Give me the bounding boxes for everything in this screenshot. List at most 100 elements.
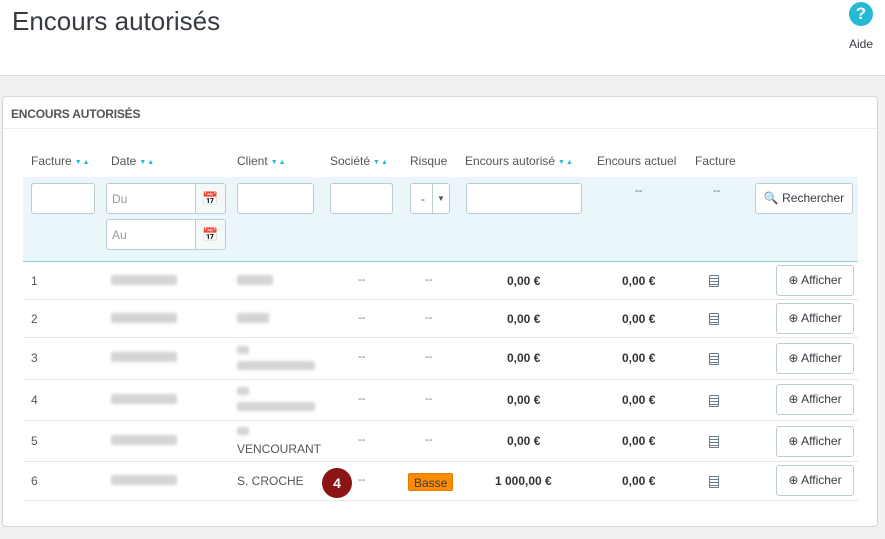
encours-autorise-value: 0,00 € <box>507 312 541 326</box>
client-filter-input[interactable] <box>237 183 314 214</box>
search-button[interactable]: 🔍 Rechercher <box>755 183 853 214</box>
redacted-client <box>237 427 249 435</box>
view-button[interactable]: ⊕ Afficher <box>776 426 854 457</box>
facture-number: 4 <box>31 393 38 407</box>
view-button[interactable]: ⊕ Afficher <box>776 465 854 496</box>
redacted-date <box>111 313 177 323</box>
col-header-date: Date ▼▲ <box>111 154 155 168</box>
step-marker: 4 <box>322 468 352 498</box>
risque-value: -- <box>425 274 433 286</box>
invoice-icon[interactable] <box>709 395 719 407</box>
col-header-client: Client ▼▲ <box>237 154 287 168</box>
col-header-label: Risque <box>410 154 448 168</box>
societe-value: -- <box>358 393 366 405</box>
societe-value: -- <box>358 274 366 286</box>
redacted-client <box>237 313 269 323</box>
table-row: 5 VENCOURANT -- -- 0,00 € 0,00 € ⊕ Affic… <box>23 421 858 462</box>
facture-number: 1 <box>31 274 38 288</box>
search-icon: 🔍 <box>763 191 779 205</box>
calendar-icon[interactable]: 📅 <box>195 219 226 250</box>
col-header-facture-doc: Facture <box>695 154 736 168</box>
table-row: 4 -- -- 0,00 € 0,00 € ⊕ Afficher <box>23 380 858 421</box>
view-button-label: Afficher <box>801 392 842 406</box>
encours-actuel-value: 0,00 € <box>622 434 656 448</box>
sort-arrows-icon[interactable]: ▼▲ <box>373 159 389 166</box>
col-header-risque: Risque <box>410 154 447 168</box>
risque-value: -- <box>425 434 433 446</box>
facture-filter-placeholder: -- <box>713 185 721 197</box>
zoom-in-icon: ⊕ <box>788 473 799 487</box>
view-button-label: Afficher <box>801 351 842 365</box>
filter-row: 📅 📅 - ▼ -- -- 🔍 Rechercher <box>23 177 858 262</box>
col-header-societe: Société ▼▲ <box>330 154 389 168</box>
encours-actuel-value: 0,00 € <box>622 474 656 488</box>
col-header-encours-autorise: Encours autorisé ▼▲ <box>465 154 574 168</box>
risque-value: -- <box>425 393 433 405</box>
facture-number: 2 <box>31 312 38 326</box>
client-name: VENCOURANT <box>237 442 322 456</box>
table-row: 1 -- -- 0,00 € 0,00 € ⊕ Afficher <box>23 262 858 300</box>
redacted-date <box>111 275 177 285</box>
encours-actuel-value: 0,00 € <box>622 312 656 326</box>
risque-select[interactable]: - ▼ <box>410 183 450 214</box>
facture-filter-input[interactable] <box>31 183 95 214</box>
date-from-input[interactable] <box>106 183 196 214</box>
encours-actuel-value: 0,00 € <box>622 274 656 288</box>
zoom-in-icon: ⊕ <box>788 311 799 325</box>
redacted-client <box>237 402 315 411</box>
invoice-icon[interactable] <box>709 313 719 325</box>
risk-badge: Basse <box>408 473 454 491</box>
page-header: Encours autorisés ? Aide <box>0 0 885 76</box>
view-button-label: Afficher <box>801 311 842 325</box>
facture-number: 3 <box>31 351 38 365</box>
sort-arrows-icon[interactable]: ▼▲ <box>558 159 574 166</box>
date-to-input[interactable] <box>106 219 196 250</box>
panel-heading: ENCOURS AUTORISÉS <box>11 107 141 121</box>
view-button-label: Afficher <box>801 473 842 487</box>
col-header-encours-actuel: Encours actuel <box>597 154 676 168</box>
redacted-date <box>111 435 177 445</box>
societe-value: -- <box>358 474 366 486</box>
redacted-client <box>237 346 249 354</box>
encours-autorise-value: 1 000,00 € <box>495 474 552 488</box>
date-from-group: 📅 <box>106 183 226 214</box>
encours-actuel-filter-placeholder: -- <box>635 185 643 197</box>
view-button[interactable]: ⊕ Afficher <box>776 303 854 334</box>
col-header-label: Client <box>237 154 268 168</box>
invoice-icon[interactable] <box>709 436 719 448</box>
view-button[interactable]: ⊕ Afficher <box>776 265 854 296</box>
col-header-label: Facture <box>695 154 736 168</box>
chevron-down-icon: ▼ <box>432 184 449 213</box>
search-button-label: Rechercher <box>782 191 845 205</box>
view-button[interactable]: ⊕ Afficher <box>776 343 854 374</box>
societe-filter-input[interactable] <box>330 183 393 214</box>
invoice-icon[interactable] <box>709 353 719 365</box>
risque-value: -- <box>425 312 433 324</box>
view-button-label: Afficher <box>801 273 842 287</box>
encours-autorise-value: 0,00 € <box>507 434 541 448</box>
help-button[interactable]: ? Aide <box>843 2 879 54</box>
client-name: S. CROCHE <box>237 474 304 488</box>
col-header-label: Société <box>330 154 371 168</box>
view-button[interactable]: ⊕ Afficher <box>776 384 854 415</box>
encours-autorise-value: 0,00 € <box>507 393 541 407</box>
credit-panel: ENCOURS AUTORISÉS Facture ▼▲ Date ▼▲ Clien… <box>2 96 878 527</box>
societe-value: -- <box>358 351 366 363</box>
date-to-group: 📅 <box>106 219 226 250</box>
table-row: 2 -- -- 0,00 € 0,00 € ⊕ Afficher <box>23 300 858 338</box>
encours-autorise-value: 0,00 € <box>507 351 541 365</box>
invoice-icon[interactable] <box>709 476 719 488</box>
zoom-in-icon: ⊕ <box>788 392 799 406</box>
col-header-label: Date <box>111 154 137 168</box>
sort-arrows-icon[interactable]: ▼▲ <box>75 159 91 166</box>
facture-number: 5 <box>31 434 38 448</box>
table-row: 6 S. CROCHE -- Basse 1 000,00 € 0,00 € ⊕… <box>23 462 858 501</box>
col-header-facture: Facture ▼▲ <box>31 154 91 168</box>
sort-arrows-icon[interactable]: ▼▲ <box>139 159 155 166</box>
sort-arrows-icon[interactable]: ▼▲ <box>271 159 287 166</box>
invoice-icon[interactable] <box>709 275 719 287</box>
redacted-date <box>111 394 177 404</box>
encours-filter-input[interactable] <box>466 183 582 214</box>
calendar-icon[interactable]: 📅 <box>195 183 226 214</box>
col-header-label: Encours actuel <box>597 154 677 168</box>
